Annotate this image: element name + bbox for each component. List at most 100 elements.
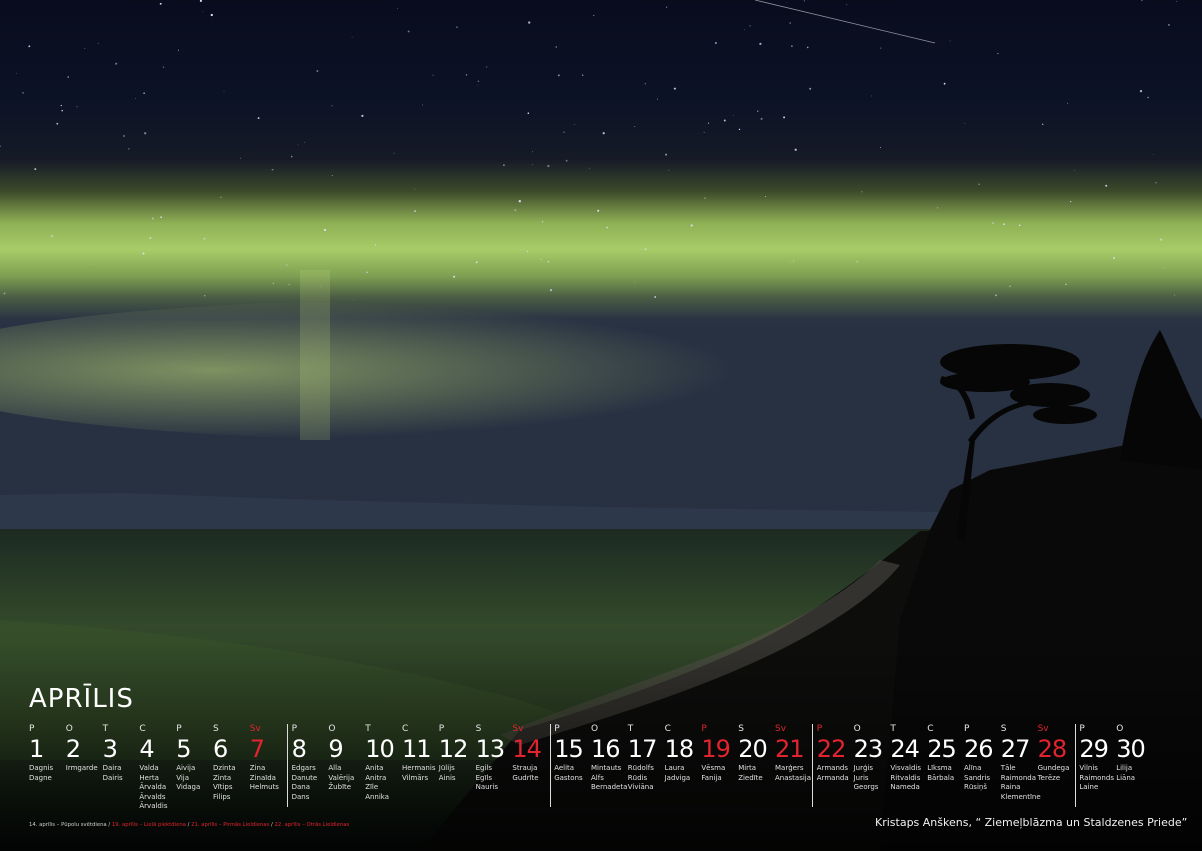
- name-days: Zina Zinaīda Helmuts: [250, 764, 287, 793]
- name-days: Laura Jadviga: [665, 764, 702, 783]
- name-days: Lilija Liāna: [1116, 764, 1153, 783]
- calendar-day: S 13 Egils Egīls Nauris: [476, 724, 513, 793]
- name-day: Ziedīte: [738, 773, 763, 782]
- name-days: Tāle Raimonda Raina Klementīne: [1001, 764, 1041, 802]
- day-number: 21: [775, 735, 805, 763]
- day-number: 19: [701, 735, 731, 763]
- name-day: Anita: [365, 764, 384, 772]
- name-days: Jūlijs Ainis: [439, 764, 476, 783]
- name-day: Daira: [102, 764, 122, 772]
- weekday-label: P: [291, 724, 298, 734]
- name-day: Gudrīte: [512, 773, 539, 782]
- month-title: APRĪLIS: [29, 684, 134, 714]
- name-days: Irmgarde: [66, 764, 103, 774]
- day-number: 3: [102, 735, 118, 763]
- name-days: Dagnis Dagne: [29, 764, 66, 783]
- day-number: 5: [176, 735, 191, 763]
- name-day: Viviāna: [627, 783, 654, 792]
- name-day: Fanija: [701, 773, 722, 782]
- week-separator: [812, 724, 814, 807]
- name-day: Filips: [213, 792, 231, 801]
- calendar-day: S 20 Mirta Ziedīte: [738, 724, 775, 783]
- weekday-label: P: [964, 724, 970, 734]
- name-day: Gastons: [554, 773, 583, 782]
- name-day: Rūdis: [627, 773, 648, 782]
- calendar-day: Sv 21 Marģers Anastasija: [775, 724, 812, 783]
- weekday-label: S: [1000, 724, 1007, 734]
- day-number: 11: [402, 735, 432, 763]
- day-number: 2: [65, 735, 81, 763]
- name-day: Annika: [365, 792, 390, 801]
- day-number: 7: [249, 735, 265, 763]
- name-day: Mirta: [738, 764, 757, 772]
- name-days: Hermanis Vilmārs: [402, 764, 439, 783]
- name-days: Valda Herta Ārvalda Ārvalds Ārvaldis: [139, 764, 176, 812]
- weekday-label: P: [1079, 724, 1085, 734]
- calendar-day: C 25 Līksma Bārbala: [927, 724, 964, 783]
- name-day: Ārvalds: [139, 792, 166, 801]
- weekday-label: T: [365, 724, 371, 734]
- name-day: Irmgarde: [65, 764, 98, 772]
- photo-credit: Kristaps Anškens, “ Ziemeļblāzma un Stal…: [875, 816, 1188, 829]
- weekday-label: C: [402, 724, 409, 734]
- name-day: Aivija: [176, 764, 196, 772]
- weekday-label: O: [328, 724, 336, 734]
- name-day: Aelita: [554, 764, 575, 772]
- day-number: 28: [1037, 735, 1068, 763]
- name-days: Alīna Sandris Rūsiņš: [964, 764, 1001, 793]
- weekday-label: O: [1116, 724, 1124, 734]
- weekday-label: P: [554, 724, 560, 734]
- name-day: Laine: [1079, 783, 1099, 792]
- name-day: Hermanis: [402, 764, 436, 772]
- calendar-day: T 24 Visvaldis Ritvaldis Nameda: [890, 724, 927, 793]
- day-number: 29: [1079, 735, 1109, 763]
- weekday-label: C: [139, 724, 146, 734]
- calendar-day: P 12 Jūlijs Ainis: [439, 724, 476, 783]
- holiday-item: 22. aprīlis – Otrās Lieldienas: [274, 822, 350, 828]
- week-separator: [1074, 724, 1076, 807]
- name-day: Dana: [291, 783, 310, 792]
- name-day: Vidaga: [176, 783, 201, 792]
- weekday-label: P: [816, 724, 823, 734]
- name-days: Egils Egīls Nauris: [476, 764, 513, 793]
- name-days: Alla Valērija Žubīte: [328, 764, 365, 793]
- calendar-day: O 16 Mintauts Alfs Bernadeta: [591, 724, 628, 793]
- name-day: Vītips: [213, 783, 233, 792]
- calendar-day: P 8 Edgars Danute Dana Dans: [292, 724, 329, 802]
- name-days: Vēsma Fanija: [701, 764, 738, 783]
- weekday-label: P: [29, 724, 35, 734]
- day-number: 13: [475, 735, 506, 763]
- weekday-label: C: [927, 724, 934, 734]
- name-day: Armanda: [816, 773, 849, 782]
- name-day: Ritvaldis: [890, 773, 921, 782]
- name-days: Līksma Bārbala: [927, 764, 964, 783]
- calendar-day: O 2 Irmgarde: [66, 724, 103, 774]
- calendar-day: P 1 Dagnis Dagne: [29, 724, 66, 783]
- day-number: 9: [328, 735, 343, 763]
- day-number: 23: [853, 735, 884, 763]
- name-days: Marģers Anastasija: [775, 764, 812, 783]
- weekday-label: P: [438, 724, 445, 734]
- name-day: Alīna: [964, 764, 982, 772]
- name-day: Valērija: [328, 773, 355, 782]
- name-day: Raimonds: [1079, 773, 1114, 782]
- name-days: Mirta Ziedīte: [738, 764, 775, 783]
- weekday-label: T: [890, 724, 896, 734]
- day-number: 10: [365, 735, 395, 763]
- name-day: Egils: [475, 764, 492, 772]
- weekday-label: P: [701, 724, 707, 734]
- day-number: 12: [438, 735, 469, 763]
- calendar-day: Sv 28 Gundega Terēze: [1038, 724, 1075, 783]
- calendar-day: P 15 Aelita Gastons: [554, 724, 591, 783]
- calendar-day: O 9 Alla Valērija Žubīte: [328, 724, 365, 793]
- week-separator: [287, 724, 289, 807]
- name-days: Mintauts Alfs Bernadeta: [591, 764, 628, 793]
- name-day: Marģers: [775, 764, 804, 772]
- name-day: Gundega: [1037, 764, 1070, 772]
- name-day: Vilnis: [1079, 764, 1098, 772]
- name-day: Liāna: [1116, 773, 1136, 782]
- weekday-label: Sv: [775, 724, 787, 734]
- holiday-item: 14. aprīlis – Pūpolu svētdiena: [29, 822, 107, 828]
- name-day: Valda: [139, 764, 159, 772]
- weekday-label: O: [853, 724, 861, 734]
